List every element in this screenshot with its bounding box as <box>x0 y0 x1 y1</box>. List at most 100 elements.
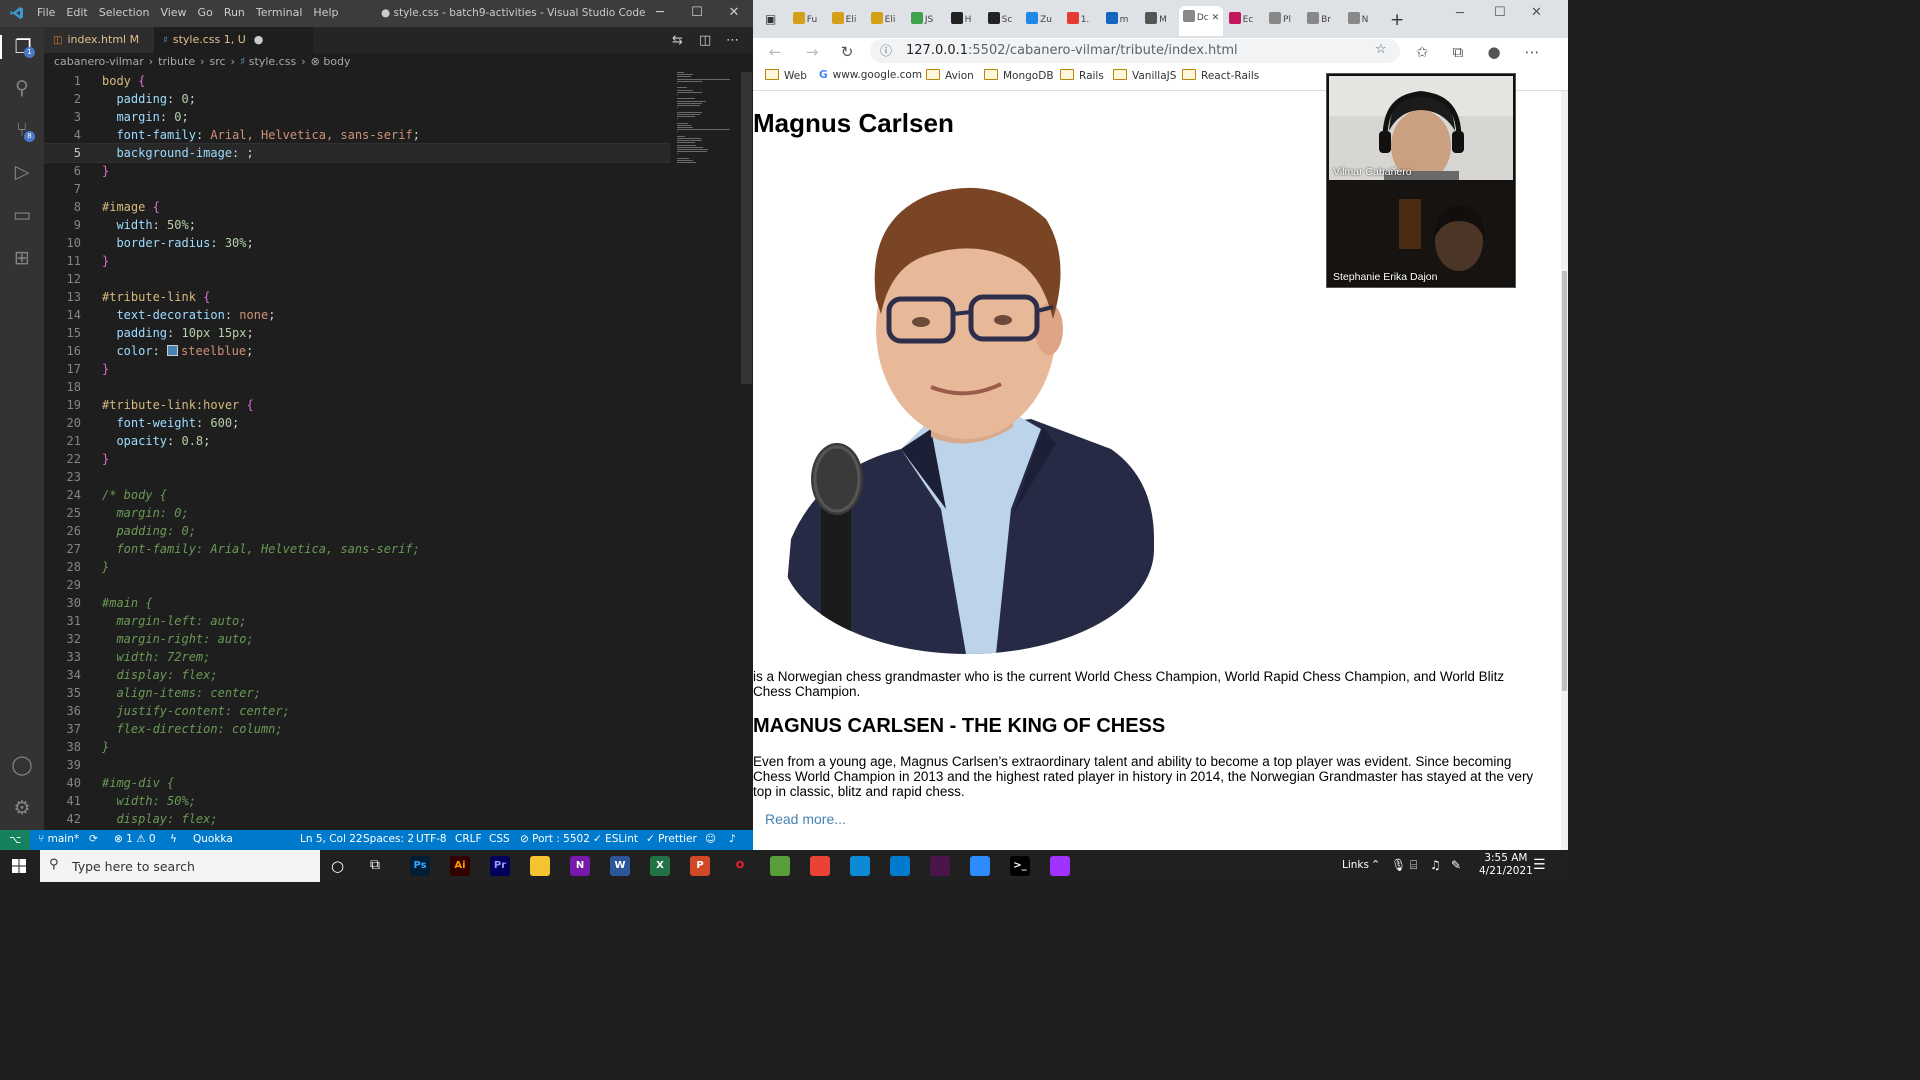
code-line[interactable]: 13 #tribute-link { <box>44 288 669 306</box>
code-line[interactable]: 20 font-weight: 600; <box>44 414 669 432</box>
code-line[interactable]: 19 #tribute-link:hover { <box>44 396 669 414</box>
code-line[interactable]: 32 margin-right: auto; <box>44 630 669 648</box>
taskbar-search[interactable]: ⚲ Type here to search <box>40 850 320 882</box>
maximize-icon[interactable]: ☐ <box>682 4 712 22</box>
tribute-link[interactable]: Read more... <box>765 811 846 827</box>
participant-tile[interactable]: Vilmar Cabañero <box>1329 76 1513 180</box>
code-line[interactable]: 39 <box>44 756 669 774</box>
code-line[interactable]: 34 display: flex; <box>44 666 669 684</box>
breadcrumb-item[interactable]: style.css <box>249 55 296 68</box>
taskbar-app-icon[interactable]: Ai <box>450 856 470 876</box>
browser-tab[interactable]: Eli <box>828 8 860 32</box>
branch-indicator[interactable]: ⑂ main* <box>38 833 79 845</box>
eslint-indicator[interactable]: ✓ ESLint <box>593 833 638 845</box>
taskbar-app-icon[interactable] <box>1050 856 1070 876</box>
browser-tab[interactable]: Pl <box>1264 8 1296 32</box>
code-line[interactable]: 17} <box>44 360 669 378</box>
end-of-line[interactable]: CRLF <box>455 833 482 845</box>
code-line[interactable]: 30 #main { <box>44 594 669 612</box>
prettier-indicator[interactable]: ✓ Prettier <box>646 833 697 845</box>
code-line[interactable]: 38} <box>44 738 669 756</box>
minimize-icon[interactable]: ─ <box>645 4 675 22</box>
code-line[interactable]: 24 /* body { <box>44 486 669 504</box>
site-info-icon[interactable]: ⓘ <box>880 42 892 59</box>
code-line[interactable]: 16 color: steelblue; <box>44 342 669 360</box>
windows-start-icon[interactable] <box>12 859 26 873</box>
settings-more-icon[interactable]: ⋯ <box>1520 40 1544 64</box>
code-line[interactable]: 2 padding: 0; <box>44 90 669 108</box>
menu-edit[interactable]: Edit <box>66 6 87 19</box>
browser-close-icon[interactable]: ✕ <box>1531 5 1542 20</box>
account-icon[interactable]: ◯ <box>10 753 34 777</box>
menu-go[interactable]: Go <box>198 6 213 19</box>
taskbar-app-icon[interactable]: O <box>730 856 750 876</box>
favorites-icon[interactable]: ✩ <box>1410 40 1434 64</box>
extensions-icon[interactable]: ⊞ <box>10 246 34 270</box>
code-line[interactable]: 26 padding: 0; <box>44 522 669 540</box>
code-line[interactable]: 3 margin: 0; <box>44 108 669 126</box>
live-server-port[interactable]: ⊘ Port : 5502 <box>520 833 590 845</box>
problems-indicator[interactable]: ⊗ 1 ⚠ 0 <box>114 833 156 845</box>
remote-indicator-icon[interactable]: ⌥ <box>0 830 30 850</box>
code-line[interactable]: 8 #image { <box>44 198 669 216</box>
forward-icon[interactable]: → <box>800 40 824 64</box>
browser-tab[interactable]: Fu <box>789 8 821 32</box>
clock[interactable]: 3:55 AM 4/21/2021 <box>1479 852 1533 877</box>
quokka-indicator[interactable]: Quokka <box>193 833 233 845</box>
breadcrumb-item[interactable]: tribute <box>158 55 195 68</box>
menu-run[interactable]: Run <box>224 6 245 19</box>
more-actions-icon[interactable]: ⋯ <box>726 33 739 48</box>
code-line[interactable]: 35 align-items: center; <box>44 684 669 702</box>
code-line[interactable]: 21 opacity: 0.8; <box>44 432 669 450</box>
page-scrollbar[interactable] <box>1561 91 1568 850</box>
taskbar-app-icon[interactable] <box>770 856 790 876</box>
code-line[interactable]: 18 <box>44 378 669 396</box>
breadcrumb-item[interactable]: body <box>323 55 350 68</box>
code-line[interactable]: 4 font-family: Arial, Helvetica, sans-se… <box>44 126 669 144</box>
code-line[interactable]: 37 flex-direction: column; <box>44 720 669 738</box>
code-line[interactable]: 7 <box>44 180 669 198</box>
code-line[interactable]: 22} <box>44 450 669 468</box>
code-line[interactable]: 28} <box>44 558 669 576</box>
settings-gear-icon[interactable]: ⚙ <box>10 796 34 820</box>
browser-tab[interactable]: M <box>1140 8 1172 32</box>
microphone-icon[interactable]: 🎙 <box>1391 858 1406 872</box>
taskbar-app-icon[interactable] <box>850 856 870 876</box>
collections-icon[interactable]: ⧉ <box>1446 40 1470 64</box>
taskbar-app-icon[interactable]: X <box>650 856 670 876</box>
taskbar-app-icon[interactable] <box>930 856 950 876</box>
browser-tab[interactable]: H <box>945 8 977 32</box>
bookmark-react-rails[interactable]: React-Rails <box>1182 69 1259 82</box>
code-line[interactable]: 1 body { <box>44 72 669 90</box>
close-tab-icon[interactable]: ✕ <box>1209 13 1220 23</box>
taskbar-app-icon[interactable]: Pr <box>490 856 510 876</box>
code-line[interactable]: 33 width: 72rem; <box>44 648 669 666</box>
menu-help[interactable]: Help <box>313 6 338 19</box>
task-view-icon[interactable]: ⧉ <box>370 857 380 873</box>
code-line[interactable]: 36 justify-content: center; <box>44 702 669 720</box>
browser-tab[interactable]: Eli <box>867 8 899 32</box>
notification-center-icon[interactable]: ☰ <box>1533 857 1546 873</box>
browser-tab[interactable]: N <box>1342 8 1374 32</box>
code-line[interactable]: 5 background-image: ; <box>43 143 670 163</box>
code-line[interactable]: 41 width: 50%; <box>44 792 669 810</box>
pen-workspace-icon[interactable]: ✎ <box>1451 858 1461 872</box>
breadcrumb-item[interactable]: src <box>210 55 226 68</box>
unsaved-dot-icon[interactable]: ● <box>254 33 264 46</box>
links-toolbar[interactable]: Links <box>1342 859 1369 871</box>
indentation[interactable]: Spaces: 2 <box>363 833 414 845</box>
profile-avatar-icon[interactable]: ● <box>1482 40 1506 64</box>
split-editor-icon[interactable]: ◫ <box>699 33 711 48</box>
reload-icon[interactable]: ↻ <box>835 40 859 64</box>
browser-tab[interactable]: m <box>1101 8 1133 32</box>
bookmark-avion[interactable]: Avion <box>926 69 974 82</box>
taskbar-app-icon[interactable] <box>970 856 990 876</box>
back-icon[interactable]: ← <box>763 40 787 64</box>
code-line[interactable]: 25 margin: 0; <box>44 504 669 522</box>
code-line[interactable]: 15 padding: 10px 15px; <box>44 324 669 342</box>
menu-file[interactable]: File <box>37 6 55 19</box>
code-line[interactable]: 12 <box>44 270 669 288</box>
browser-tab[interactable]: Ec <box>1225 8 1257 32</box>
bookmark-vanillajs[interactable]: VanillaJS <box>1113 69 1176 82</box>
close-icon[interactable]: ✕ <box>719 4 749 22</box>
